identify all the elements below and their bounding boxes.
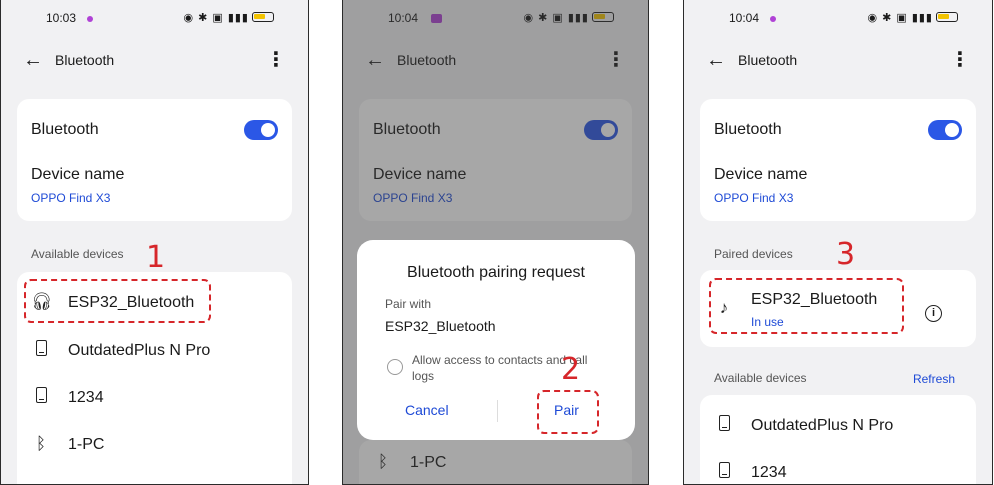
app-bar: ← Bluetooth ⋮ [1, 48, 308, 76]
notification-dot-icon [770, 16, 776, 22]
step-marker-1: 1 [146, 240, 166, 275]
allow-access-checkbox[interactable] [387, 359, 403, 375]
app-bar: ← Bluetooth ⋮ [684, 48, 992, 76]
page-title: Bluetooth [738, 52, 798, 68]
status-icons: ◉ ✱ ▣ ▮▮▮ [867, 11, 958, 24]
allow-access-label[interactable]: Allow access to contacts and call logs [412, 352, 612, 384]
screen-3: 10:04 ◉ ✱ ▣ ▮▮▮ ← Bluetooth ⋮ Bluetooth … [683, 0, 993, 485]
bluetooth-toggle[interactable] [928, 120, 962, 140]
device-name: 1234 [68, 389, 104, 406]
page-title: Bluetooth [55, 52, 115, 68]
info-icon[interactable]: i [925, 305, 942, 322]
more-options-icon[interactable]: ⋮ [950, 48, 970, 72]
available-devices-list: OutdatedPlus N Pro 1234 [700, 395, 976, 484]
available-devices-label: Available devices [31, 247, 124, 261]
device-name: 1-PC [68, 436, 105, 453]
device-name: OutdatedPlus N Pro [68, 342, 211, 359]
bluetooth-label: Bluetooth [714, 121, 782, 138]
device-name-value: OPPO Find X3 [31, 191, 111, 205]
annotation-box-1 [24, 279, 211, 323]
battery-icon [936, 12, 958, 22]
status-time: 10:03 [46, 11, 77, 25]
status-time: 10:04 [729, 11, 760, 25]
device-item-1-pc[interactable]: ᛒ 1-PC [17, 422, 292, 466]
available-devices-label: Available devices [714, 371, 807, 385]
device-item-1234[interactable]: 1234 [17, 375, 292, 419]
screen-1: 10:03 ◉ ✱ ▣ ▮▮▮ ← Bluetooth ⋮ Bluetooth … [0, 0, 309, 485]
back-arrow-icon[interactable]: ← [23, 48, 43, 72]
bluetooth-settings-card: Bluetooth Device name OPPO Find X3 [700, 99, 976, 221]
refresh-button[interactable]: Refresh [913, 372, 955, 386]
status-bar: 10:03 ◉ ✱ ▣ ▮▮▮ [1, 8, 308, 30]
pair-with-label: Pair with [385, 297, 432, 311]
status-icons: ◉ ✱ ▣ ▮▮▮ [183, 11, 274, 24]
battery-icon [252, 12, 274, 22]
bluetooth-settings-card: Bluetooth Device name OPPO Find X3 [17, 99, 292, 221]
annotation-box-2 [537, 390, 599, 434]
step-marker-2: 2 [561, 352, 581, 387]
phone-icon [31, 387, 51, 408]
device-name-label[interactable]: Device name [31, 166, 124, 184]
status-bar: 10:04 ◉ ✱ ▣ ▮▮▮ [684, 8, 992, 30]
back-arrow-icon[interactable]: ← [706, 48, 726, 72]
annotation-box-3 [709, 278, 904, 334]
screen-2: 10:04 ◉ ✱ ▣ ▮▮▮ ← Bluetooth ⋮ Bluetooth … [342, 0, 649, 485]
device-item-outdatedplus[interactable]: OutdatedPlus N Pro [700, 403, 976, 447]
device-name-label[interactable]: Device name [714, 166, 807, 184]
device-item-outdatedplus[interactable]: OutdatedPlus N Pro [17, 328, 292, 372]
bluetooth-toggle[interactable] [244, 120, 278, 140]
phone-icon [31, 340, 51, 361]
notification-dot-icon [87, 16, 93, 22]
device-name: 1234 [751, 464, 787, 481]
pair-device-name: ESP32_Bluetooth [385, 318, 496, 334]
phone-icon [714, 415, 734, 436]
phone-icon [714, 462, 734, 483]
paired-devices-label: Paired devices [714, 247, 793, 261]
device-item-1234[interactable]: 1234 [700, 450, 976, 484]
device-name: OutdatedPlus N Pro [751, 417, 894, 434]
device-name-value: OPPO Find X3 [714, 191, 794, 205]
bluetooth-icon: ᛒ [35, 434, 47, 453]
bluetooth-label: Bluetooth [31, 121, 99, 138]
cancel-button[interactable]: Cancel [405, 402, 449, 418]
step-marker-3: 3 [836, 237, 856, 272]
dialog-title: Bluetooth pairing request [407, 264, 585, 281]
button-divider [497, 400, 498, 422]
more-options-icon[interactable]: ⋮ [266, 48, 286, 72]
